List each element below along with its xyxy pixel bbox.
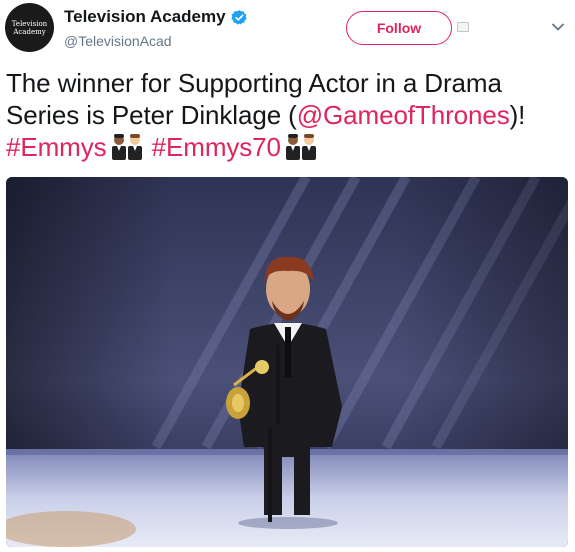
hashtag-emmys-link[interactable]: #Emmys — [6, 132, 107, 162]
tweet-text-part2: )! — [509, 100, 526, 130]
account-handle[interactable]: @TelevisionAcad — [64, 33, 172, 49]
avatar-text-line1: Television — [11, 19, 48, 28]
tweet-photo[interactable] — [6, 177, 568, 547]
emmy-men-emoji-icon — [109, 132, 145, 160]
stage-photo-image — [6, 177, 568, 547]
avatar-text-line2: Academy — [13, 27, 46, 36]
hashtag-emmys70-link[interactable]: #Emmys70 — [152, 132, 281, 162]
display-name[interactable]: Television Academy — [64, 7, 226, 27]
verified-badge-icon — [230, 9, 247, 25]
mention-link[interactable]: @GameofThrones — [297, 100, 510, 130]
tweet-card-icon — [457, 22, 469, 32]
tweet-text: The winner for Supporting Actor in a Dra… — [6, 67, 566, 163]
account-name-row: Television Academy — [64, 7, 248, 27]
follow-button[interactable]: Follow — [346, 11, 452, 45]
emmy-men-emoji-icon — [283, 132, 319, 160]
chevron-down-icon[interactable] — [551, 22, 565, 32]
account-avatar[interactable]: Television Academy — [5, 3, 54, 52]
